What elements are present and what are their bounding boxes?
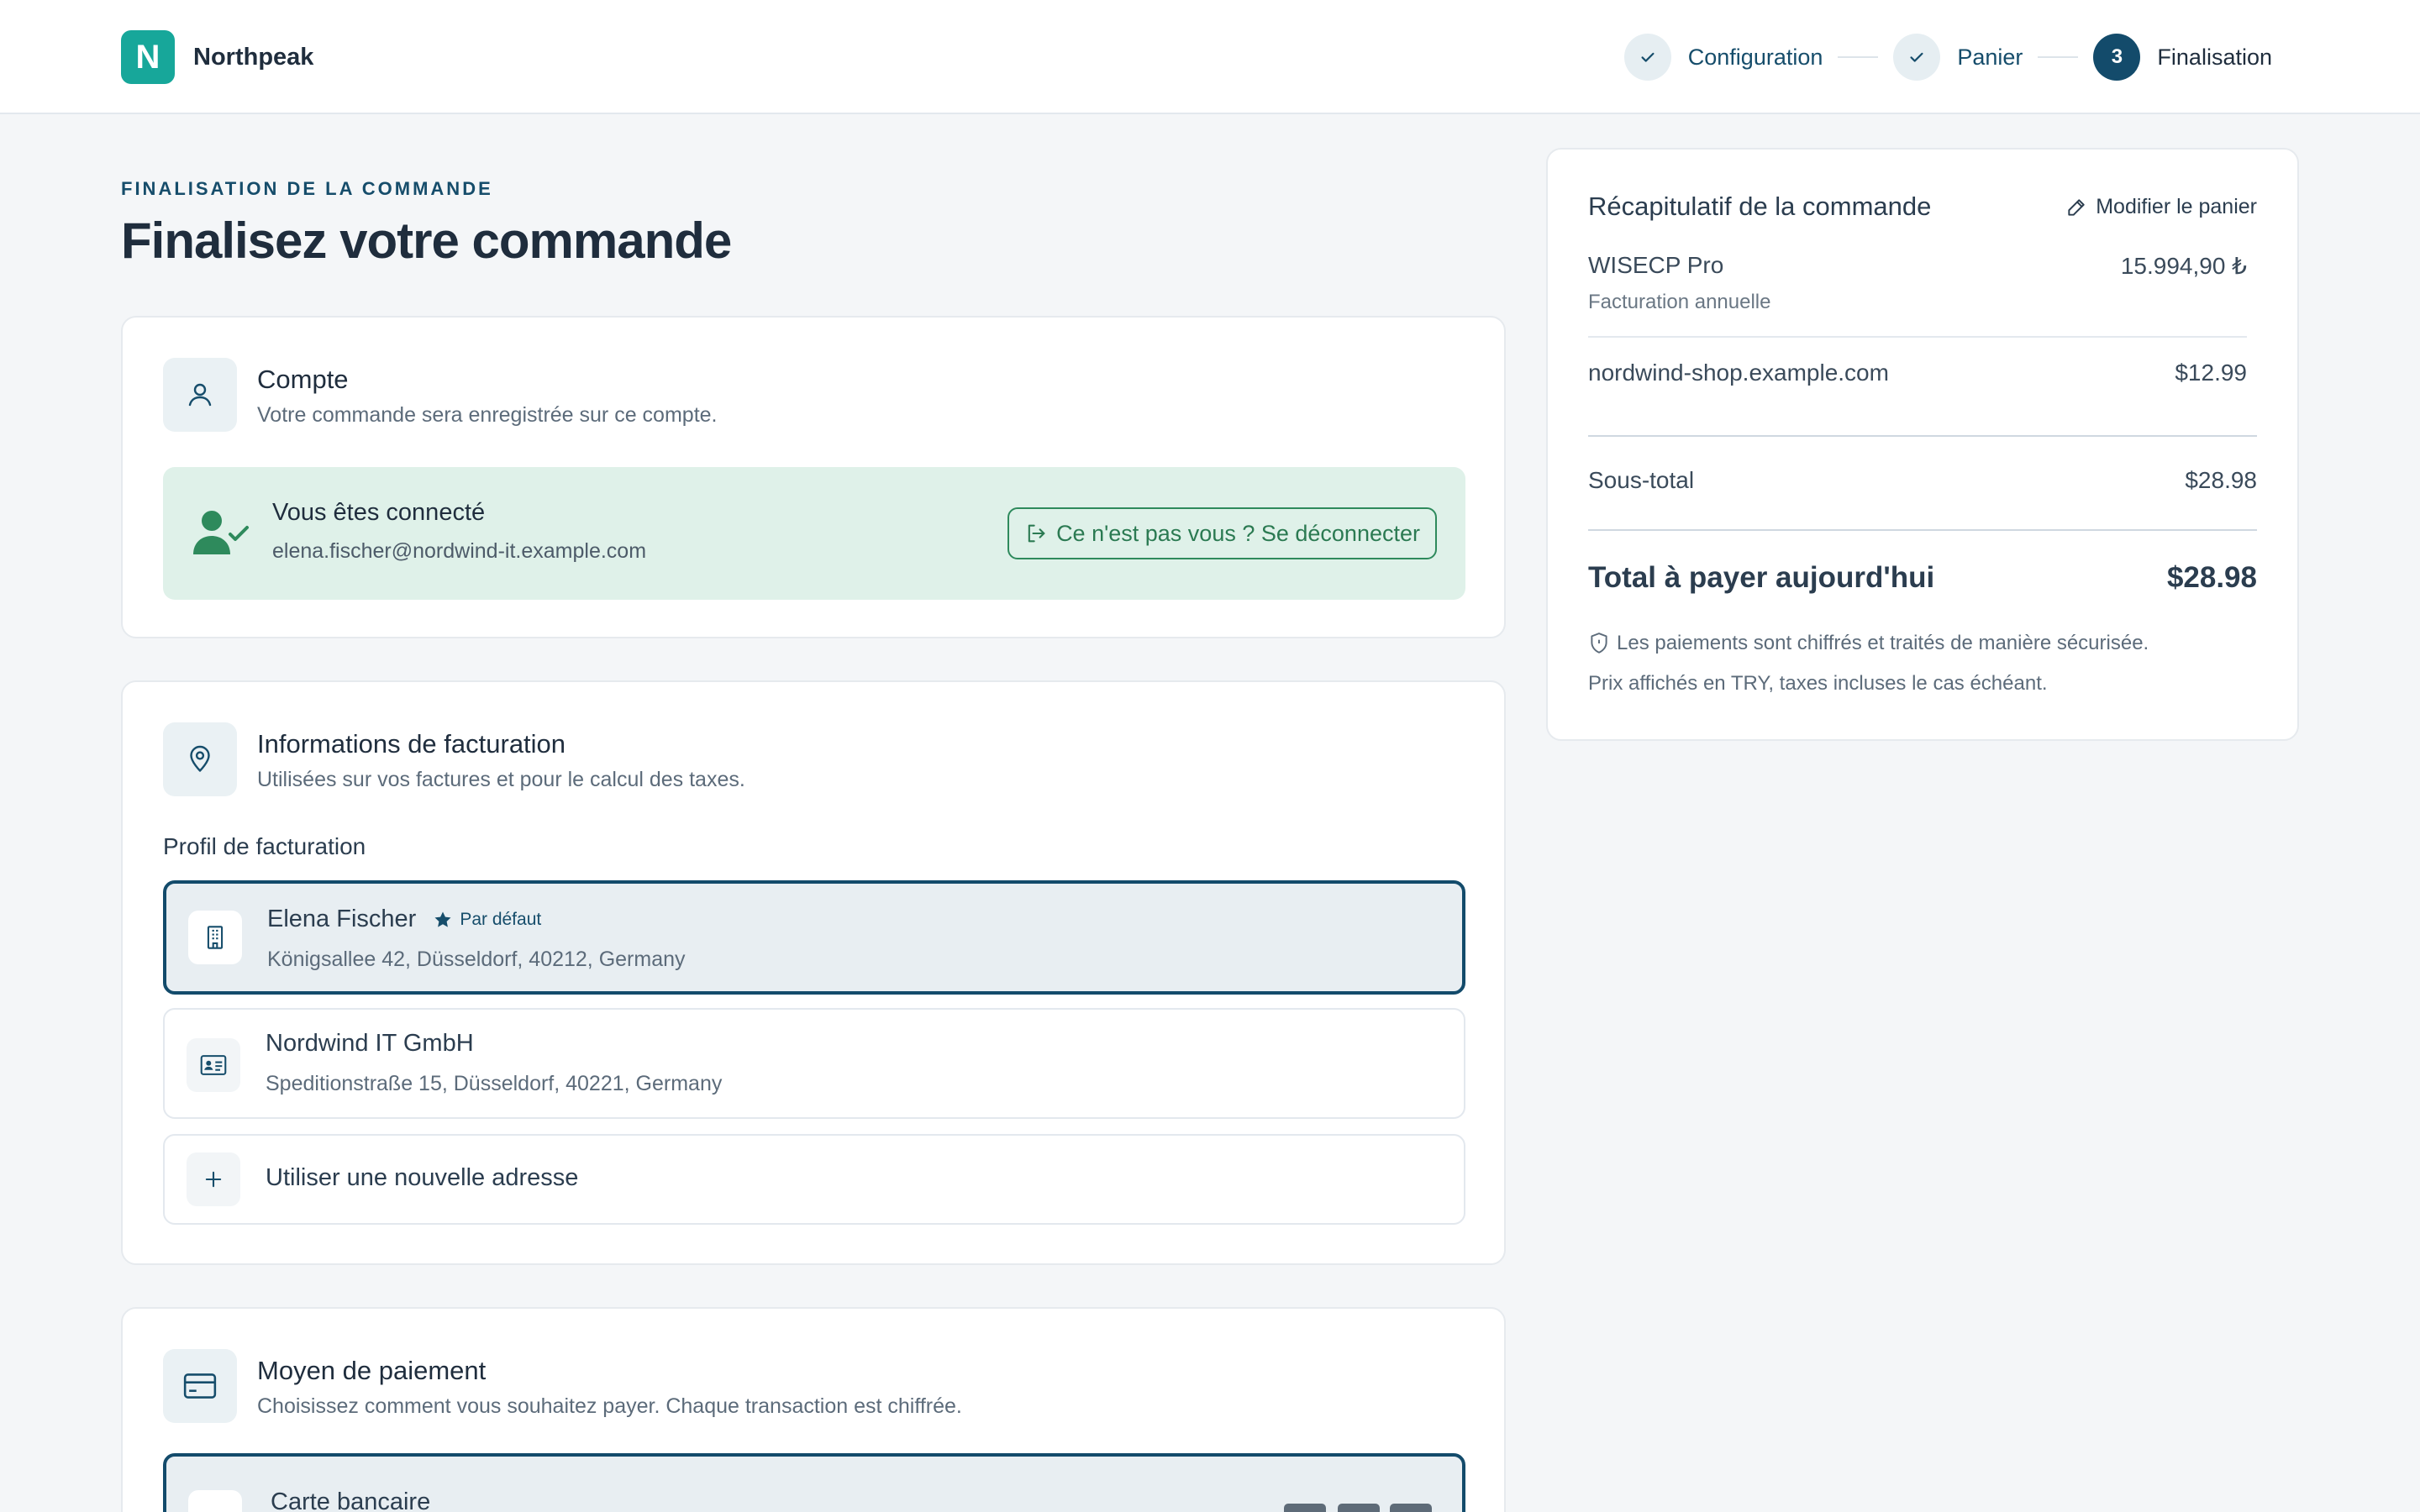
billing-title: Informations de facturation — [257, 729, 566, 759]
item-amount: $12.99 — [2175, 360, 2247, 386]
payment-method-card[interactable]: Carte bancaire — [163, 1453, 1465, 1512]
check-icon — [1893, 34, 1941, 81]
connected-title: Vous êtes connecté — [272, 499, 486, 526]
brand[interactable]: N Northpeak — [121, 30, 313, 84]
billing-card-header: Informations de facturation Utilisées su… — [163, 722, 745, 796]
card-brand-logo — [1338, 1504, 1380, 1512]
account-title: Compte — [257, 365, 349, 394]
credit-card-icon — [188, 1490, 242, 1512]
item-amount: 15.994,90 ₺ — [2120, 253, 2247, 279]
step-label: Panier — [1957, 44, 2023, 70]
item-detail: Facturation annuelle — [1588, 291, 1771, 313]
edit-cart-link[interactable]: Modifier le panier — [2065, 195, 2257, 219]
summary-divider — [1588, 529, 2257, 531]
subtotal-label: Sous-total — [1588, 467, 1695, 493]
brand-logo: N — [121, 30, 175, 84]
user-check-icon — [192, 509, 250, 560]
step-configuration[interactable]: Configuration — [1623, 34, 1823, 81]
account-card-header: Compte Votre commande sera enregistrée s… — [163, 358, 718, 432]
default-badge: Par défaut — [433, 910, 541, 930]
profile-address: Speditionstraße 15, Düsseldorf, 40221, G… — [266, 1072, 723, 1095]
payment-card-header: Moyen de paiement Choisissez comment vou… — [163, 1349, 962, 1423]
user-icon — [163, 358, 237, 432]
step-separator — [1838, 56, 1879, 58]
page-eyebrow: FINALISATION DE LA COMMANDE — [121, 178, 493, 199]
card-brand-logo — [1390, 1504, 1432, 1512]
payment-card: Moyen de paiement Choisissez comment vou… — [121, 1307, 1506, 1512]
account-subtitle: Votre commande sera enregistrée sur ce c… — [257, 403, 718, 427]
brand-name: Northpeak — [193, 43, 314, 71]
billing-profile-label: Profil de facturation — [163, 833, 366, 859]
profile-address: Königsallee 42, Düsseldorf, 40212, Germa… — [267, 948, 686, 971]
step-number: 3 — [2093, 34, 2141, 81]
check-icon — [1623, 34, 1671, 81]
payment-title: Moyen de paiement — [257, 1356, 487, 1385]
profile-name: Elena Fischer — [267, 906, 417, 932]
step-label: Finalisation — [2157, 44, 2272, 70]
order-summary: Récapitulatif de la commande Modifier le… — [1546, 148, 2299, 741]
subtotal-amount: $28.98 — [2185, 467, 2257, 493]
page-title: Finalisez votre commande — [121, 213, 732, 269]
account-email: elena.fischer@nordwind-it.example.com — [272, 539, 647, 563]
plus-icon — [187, 1152, 240, 1206]
logout-icon — [1028, 524, 1045, 543]
step-label: Configuration — [1687, 44, 1823, 70]
currency-note: Prix affichés en TRY, taxes incluses le … — [1588, 672, 2048, 695]
total-row: Total à payer aujourd'hui $28.98 — [1588, 561, 2257, 595]
building-icon — [188, 911, 242, 964]
map-pin-icon — [163, 722, 237, 796]
step-finalisation: 3 Finalisation — [2093, 34, 2272, 81]
secure-note: Les paiements sont chiffrés et traités d… — [1617, 632, 2149, 654]
billing-subtitle: Utilisées sur vos factures et pour le ca… — [257, 768, 745, 791]
id-card-icon — [187, 1038, 240, 1092]
billing-profile-elena-fischer[interactable]: Elena Fischer Par défaut Königsallee 42,… — [163, 880, 1465, 995]
default-badge-label: Par défaut — [460, 909, 542, 929]
summary-item: nordwind-shop.example.com $12.99 — [1588, 360, 2247, 386]
payment-method-label: Carte bancaire — [271, 1488, 431, 1512]
credit-card-icon — [163, 1349, 237, 1423]
new-address-option[interactable]: Utiliser une nouvelle adresse — [163, 1134, 1465, 1225]
star-icon — [434, 911, 451, 927]
item-divider — [1588, 336, 2247, 338]
account-card: Compte Votre commande sera enregistrée s… — [121, 316, 1506, 638]
shield-icon — [1591, 633, 1607, 654]
total-amount: $28.98 — [2166, 561, 2257, 594]
top-header: N Northpeak Configuration Panier 3 Final… — [0, 0, 2420, 114]
summary-item: WISECP Pro 15.994,90 ₺ — [1588, 252, 2247, 279]
item-name: nordwind-shop.example.com — [1588, 360, 1889, 386]
new-address-label: Utiliser une nouvelle adresse — [266, 1164, 579, 1191]
connected-banner: Vous êtes connecté elena.fischer@nordwin… — [163, 467, 1465, 600]
pencil-icon — [2068, 198, 2085, 216]
logout-label: Ce n'est pas vous ? Se déconnecter — [1056, 520, 1420, 546]
payment-subtitle: Choisissez comment vous souhaitez payer.… — [257, 1394, 962, 1418]
card-brand-logo — [1284, 1504, 1326, 1512]
billing-card: Informations de facturation Utilisées su… — [121, 680, 1506, 1265]
profile-name: Nordwind IT GmbH — [266, 1030, 474, 1057]
summary-title: Récapitulatif de la commande — [1588, 192, 1932, 221]
billing-profile-nordwind-it[interactable]: Nordwind IT GmbH Speditionstraße 15, Düs… — [163, 1008, 1465, 1119]
edit-cart-label: Modifier le panier — [2096, 195, 2257, 218]
item-name: WISECP Pro — [1588, 252, 1724, 278]
subtotal-row: Sous-total $28.98 — [1588, 467, 2257, 494]
logout-button[interactable]: Ce n'est pas vous ? Se déconnecter — [1007, 507, 1437, 559]
step-panier[interactable]: Panier — [1893, 34, 2023, 81]
summary-divider — [1588, 435, 2257, 437]
total-label: Total à payer aujourd'hui — [1588, 561, 1935, 594]
step-separator — [2038, 56, 2079, 58]
checkout-stepper: Configuration Panier 3 Finalisation — [1623, 34, 2272, 81]
